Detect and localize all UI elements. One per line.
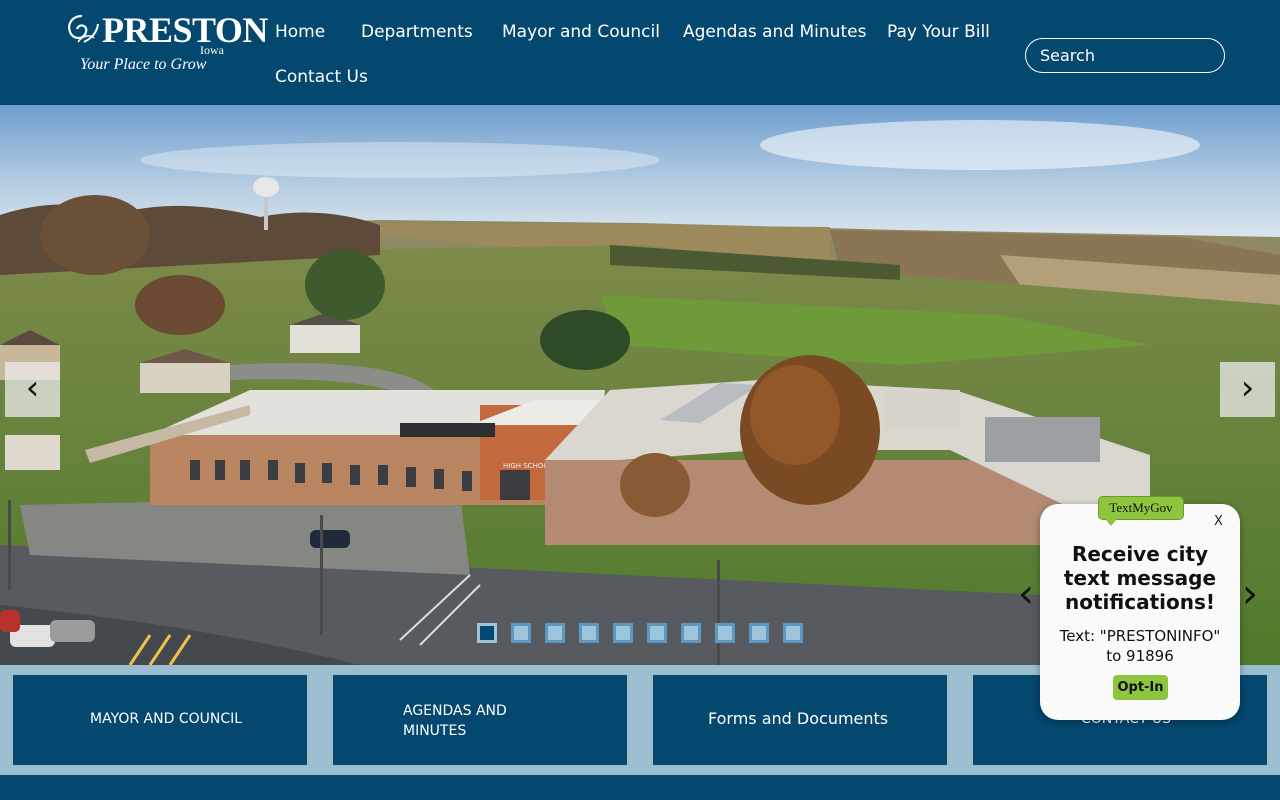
quick-link-agendas-minutes[interactable]: AGENDAS AND MINUTES: [333, 675, 627, 765]
logo-tagline: Your Place to Grow: [80, 56, 207, 73]
nav-agendas-and-minutes[interactable]: Agendas and Minutes: [683, 22, 866, 42]
slide-dot-9[interactable]: [749, 623, 769, 643]
site-header: PRESTON Iowa Your Place to Grow Home Dep…: [0, 0, 1280, 105]
quick-link-label: AGENDAS AND MINUTES: [403, 703, 507, 739]
textmygov-widget: TextMyGov X Receive city text message no…: [1040, 496, 1240, 720]
slide-dot-2[interactable]: [511, 623, 531, 643]
nav-home[interactable]: Home: [275, 22, 325, 42]
widget-title: Receive city text message notifications!: [1063, 542, 1217, 614]
slide-dot-5[interactable]: [613, 623, 633, 643]
widget-prev-icon[interactable]: ‹: [1018, 574, 1034, 614]
textmygov-badge: TextMyGov: [1098, 496, 1184, 526]
site-logo[interactable]: PRESTON Iowa Your Place to Grow: [64, 10, 268, 80]
widget-close-button[interactable]: X: [1214, 514, 1223, 529]
slide-dot-6[interactable]: [647, 623, 667, 643]
quick-link-mayor-council[interactable]: MAYOR AND COUNCIL: [13, 675, 307, 765]
nav-pay-your-bill[interactable]: Pay Your Bill: [887, 22, 990, 42]
slide-dot-8[interactable]: [715, 623, 735, 643]
nav-contact-us[interactable]: Contact Us: [275, 67, 368, 87]
slide-dot-7[interactable]: [681, 623, 701, 643]
footer-strip: [0, 775, 1280, 800]
logo-flourish-icon: [68, 14, 99, 43]
quick-link-label: Forms and Documents: [708, 709, 889, 728]
search-input[interactable]: [1025, 38, 1225, 73]
nav-mayor-and-council[interactable]: Mayor and Council: [502, 22, 660, 42]
quick-link-forms-documents[interactable]: Forms and Documents: [653, 675, 947, 765]
slide-next-button[interactable]: ›: [1220, 362, 1275, 417]
nav-departments[interactable]: Departments: [361, 22, 473, 42]
slide-dot-1[interactable]: [477, 623, 497, 643]
logo-name: PRESTON: [102, 10, 268, 50]
slide-dot-10[interactable]: [783, 623, 803, 643]
opt-in-button[interactable]: Opt-In: [1113, 675, 1168, 700]
widget-instruction: Text: "PRESTONINFO" to 91896: [1059, 627, 1221, 665]
slide-prev-button[interactable]: ‹: [5, 362, 60, 417]
quick-link-label: MAYOR AND COUNCIL: [90, 711, 243, 727]
slide-dot-4[interactable]: [579, 623, 599, 643]
slide-dot-3[interactable]: [545, 623, 565, 643]
widget-next-icon[interactable]: ›: [1242, 574, 1258, 614]
